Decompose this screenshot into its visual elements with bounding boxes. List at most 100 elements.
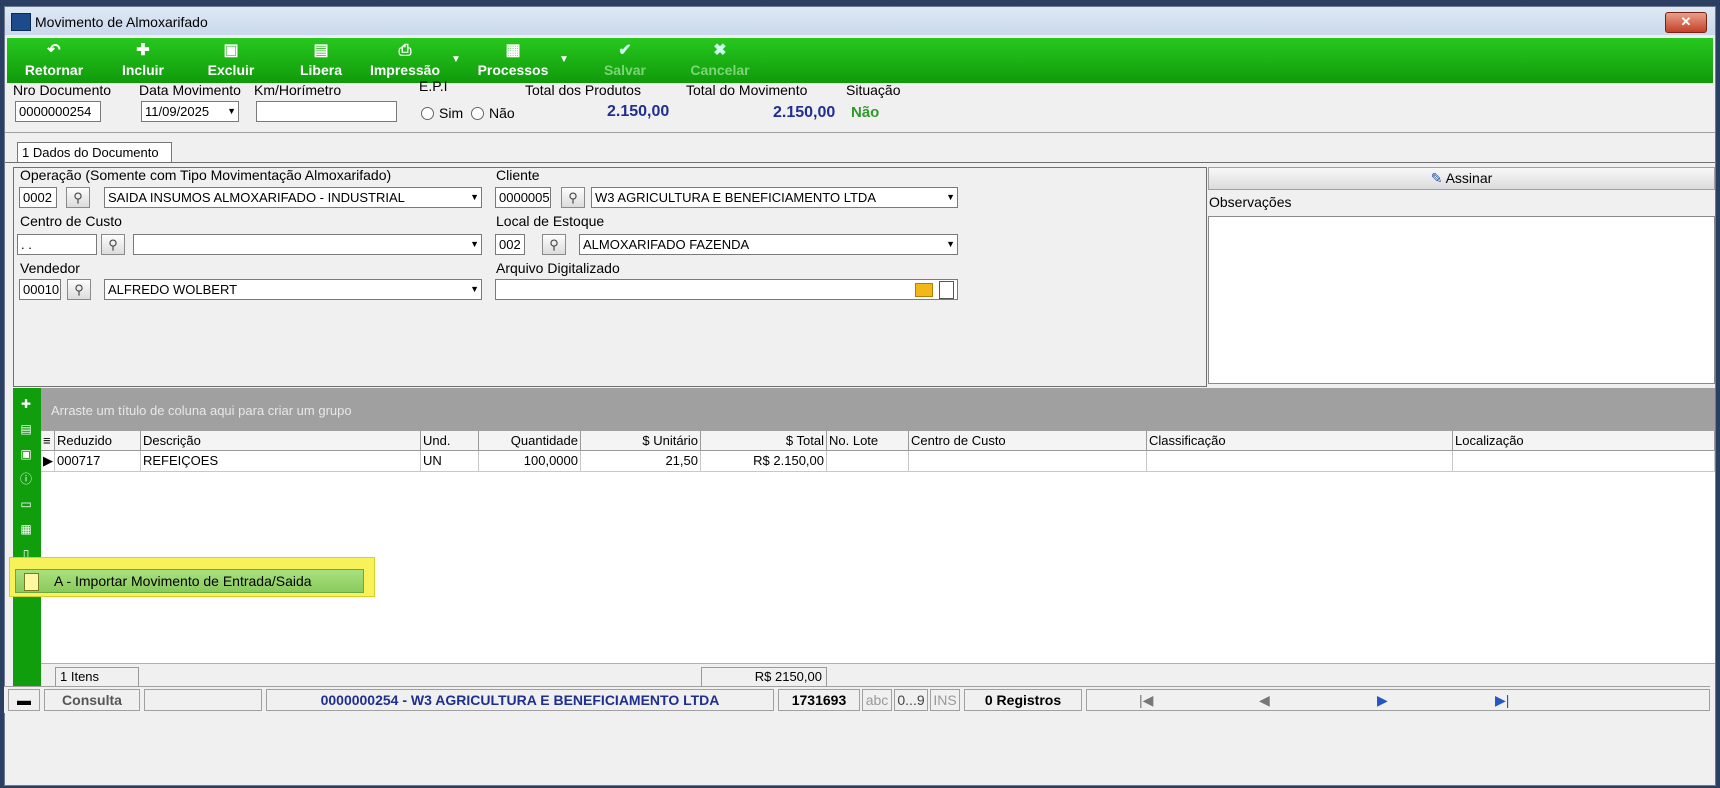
retornar-button[interactable]: ↶ Retornar [19,40,89,82]
column-header-descricao[interactable]: Descrição [141,431,421,451]
column-header-localizacao[interactable]: Localização [1453,431,1715,451]
vendedor-code-field[interactable]: 00010 [19,279,61,300]
column-header-centro-custo[interactable]: Centro de Custo [909,431,1147,451]
calendar-dropdown-icon[interactable]: ▼ [227,102,236,121]
libera-button[interactable]: ▤ Libera [293,40,349,82]
navigation-panel: |◀ ◀ ▶ ▶| [1086,689,1710,711]
local-estoque-name-value: ALMOXARIFADO FAZENDA [583,237,750,252]
group-panel[interactable]: Arraste um título de coluna aqui para cr… [41,388,1715,431]
import-movimento-menu-item[interactable]: A - Importar Movimento de Entrada/Saida [15,569,364,593]
assinar-button[interactable]: ✎ Assinar [1208,167,1715,190]
table-cell-centro-custo[interactable] [909,451,1147,472]
column-chooser-icon[interactable]: ≡ [41,431,55,451]
edit-item-icon[interactable]: ▤ [17,421,35,437]
epi-sim-radio[interactable] [421,107,434,120]
data-movimento-field[interactable]: 11/09/2025 ▼ [141,101,239,122]
local-estoque-code-field[interactable]: 002 [495,234,525,255]
situacao-label: Situação [846,82,901,98]
column-header-total[interactable]: $ Total [701,431,827,451]
record-status: 0000000254 - W3 AGRICULTURA E BENEFICIAM… [266,689,774,711]
vendedor-search-button[interactable]: ⚲ [67,279,91,300]
folder-icon[interactable] [915,283,933,297]
operacao-name-value: SAIDA INSUMOS ALMOXARIFADO - INDUSTRIAL [108,190,405,205]
column-header-reduzido[interactable]: Reduzido [55,431,141,451]
group-hint: Arraste um título de coluna aqui para cr… [51,403,352,418]
tab-dados-documento[interactable]: 1 Dados do Documento [17,142,172,163]
column-header-und[interactable]: Und. [421,431,479,451]
local-estoque-name-field[interactable]: ALMOXARIFADO FAZENDA ▼ [579,234,958,255]
operacao-name-field[interactable]: SAIDA INSUMOS ALMOXARIFADO - INDUSTRIAL … [104,187,482,208]
table-cell-quantidade[interactable]: 100,0000 [479,451,581,472]
import-popup-menu: A - Importar Movimento de Entrada/Saida [9,557,375,597]
nro-documento-field[interactable]: 0000000254 [15,101,101,122]
cancelar-button[interactable]: ✖ Cancelar [685,40,755,82]
book-icon[interactable]: ▭ [17,496,35,512]
arquivo-field[interactable] [495,279,958,300]
info-icon[interactable]: ⓘ [17,471,35,487]
table-cell-und[interactable]: UN [421,451,479,472]
ins-status: INS [930,689,960,711]
add-item-icon[interactable]: ✚ [17,396,35,412]
operacao-code-field[interactable]: 0002 [19,187,57,208]
table-cell-total[interactable]: R$ 2.150,00 [701,451,827,472]
number-status: 1731693 [778,689,860,711]
table-cell-localizacao[interactable] [1453,451,1715,472]
title-bar: Movimento de Almoxarifado ✕ [5,7,1715,35]
vendedor-name-value: ALFREDO WOLBERT [108,282,238,297]
footer-total: R$ 2150,00 [701,667,827,687]
vendedor-name-field[interactable]: ALFREDO WOLBERT ▼ [104,279,482,300]
vendedor-dropdown-icon[interactable]: ▼ [470,280,479,299]
impressao-label: Impressão [369,62,441,78]
local-estoque-dropdown-icon[interactable]: ▼ [946,235,955,254]
processos-dropdown-icon[interactable]: ▼ [559,54,569,65]
close-button[interactable]: ✕ [1665,12,1707,33]
centro-custo-search-button[interactable]: ⚲ [101,234,125,255]
import-movimento-label: A - Importar Movimento de Entrada/Saida [54,573,312,589]
salvar-button[interactable]: ✔ Salvar [595,40,655,82]
cliente-code-field[interactable]: 0000005 [495,187,551,208]
cancelar-label: Cancelar [690,62,750,78]
km-field[interactable] [256,101,397,122]
cliente-name-field[interactable]: W3 AGRICULTURA E BENEFICIAMENTO LTDA ▼ [591,187,958,208]
total-movimento-value: 2.150,00 [773,104,836,121]
last-record-icon[interactable]: ▶| [1495,690,1509,710]
total-produtos-label: Total dos Produtos [525,82,641,98]
column-header-unitario[interactable]: $ Unitário [581,431,701,451]
operacao-dropdown-icon[interactable]: ▼ [470,188,479,207]
previous-record-icon[interactable]: ◀ [1259,690,1270,710]
observacoes-textarea[interactable] [1208,216,1715,384]
table-cell-descricao[interactable]: REFEIÇOES [141,451,421,472]
centro-custo-name-field[interactable]: ▼ [133,234,482,255]
data-movimento-value: 11/09/2025 [145,104,210,119]
new-file-icon[interactable] [939,281,954,299]
delete-item-icon[interactable]: ▣ [17,446,35,462]
table-cell-classificacao[interactable] [1147,451,1453,472]
local-estoque-search-button[interactable]: ⚲ [542,234,566,255]
row-indicator-icon[interactable]: ▶ [41,451,55,472]
table-cell-lote[interactable] [827,451,909,472]
next-record-icon[interactable]: ▶ [1377,690,1388,710]
column-header-lote[interactable]: No. Lote [827,431,909,451]
cliente-dropdown-icon[interactable]: ▼ [946,188,955,207]
situacao-value: Não [851,104,880,121]
grid-icon[interactable]: ▦ [17,521,35,537]
table-cell-reduzido[interactable]: 000717 [55,451,141,472]
impressao-button[interactable]: ⎙ Impressão [365,40,445,82]
undo-icon: ↶ [47,42,61,59]
impressao-dropdown-icon[interactable]: ▼ [451,54,461,65]
column-header-classificacao[interactable]: Classificação [1147,431,1453,451]
operacao-search-button[interactable]: ⚲ [66,187,90,208]
excluir-button[interactable]: ▣ Excluir [203,40,259,82]
table-cell-unitario[interactable]: 21,50 [581,451,701,472]
centro-custo-dropdown-icon[interactable]: ▼ [470,235,479,254]
cliente-label: Cliente [496,167,540,183]
incluir-button[interactable]: ✚ Incluir [115,40,171,82]
epi-nao-radio[interactable] [471,107,484,120]
column-header-quantidade[interactable]: Quantidade [479,431,581,451]
centro-custo-code-field[interactable]: . . [17,234,97,255]
processos-button[interactable]: ▦ Processos [473,40,553,82]
vendedor-label: Vendedor [20,260,80,276]
main-window: Movimento de Almoxarifado ✕ ↶ Retornar ✚… [4,6,1716,786]
cliente-search-button[interactable]: ⚲ [561,187,585,208]
first-record-icon[interactable]: |◀ [1139,690,1153,710]
